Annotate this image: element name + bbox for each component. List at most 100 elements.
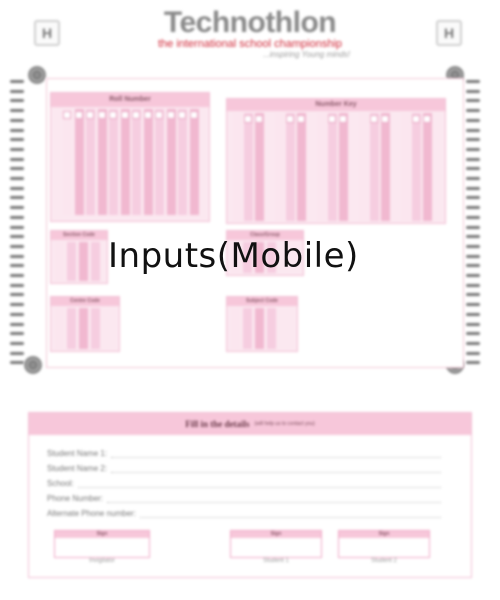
roll-number-grid bbox=[51, 107, 209, 219]
key-input-cell[interactable] bbox=[297, 115, 305, 123]
detail-field-row[interactable]: Alternate Phone number: bbox=[47, 509, 441, 518]
coil-loop bbox=[466, 303, 480, 307]
key-input-cell[interactable] bbox=[423, 115, 431, 123]
roll-input-cell[interactable] bbox=[97, 111, 106, 119]
coil-loop bbox=[10, 138, 24, 142]
key-column bbox=[401, 113, 410, 221]
roll-column bbox=[109, 109, 118, 215]
roll-column bbox=[155, 109, 164, 215]
roll-column bbox=[178, 109, 187, 215]
detail-field-line[interactable] bbox=[77, 486, 441, 488]
coil-loop bbox=[466, 351, 480, 355]
coil-loop bbox=[10, 322, 24, 326]
detail-field-line[interactable] bbox=[111, 471, 441, 473]
key-input-cell[interactable] bbox=[255, 115, 263, 123]
key-column bbox=[381, 113, 390, 221]
roll-input-cell[interactable] bbox=[120, 111, 129, 119]
roll-input-cell[interactable] bbox=[166, 111, 175, 119]
roll-column bbox=[97, 109, 107, 215]
key-input-cell[interactable] bbox=[370, 115, 378, 123]
coil-loop bbox=[466, 322, 480, 326]
roll-input-cell[interactable] bbox=[155, 111, 163, 119]
coil-loop bbox=[466, 235, 480, 239]
code-column bbox=[79, 308, 88, 349]
roll-input-cell[interactable] bbox=[178, 111, 186, 119]
coil-loop bbox=[466, 293, 480, 297]
roll-input-cell[interactable] bbox=[132, 111, 140, 119]
roll-input-cell[interactable] bbox=[86, 111, 94, 119]
centre-code-grid bbox=[51, 306, 119, 351]
key-input-cell[interactable] bbox=[381, 115, 389, 123]
coil-loop bbox=[10, 361, 24, 365]
code-column bbox=[243, 308, 252, 349]
coil-loop bbox=[10, 128, 24, 132]
coil-loop bbox=[466, 361, 480, 365]
sign-box-invigilator[interactable]: Sign Invigilator bbox=[54, 530, 150, 564]
details-title: Fill in the details bbox=[185, 419, 250, 429]
logo-tagline: ...inspiring Young minds! bbox=[262, 50, 350, 59]
sign-box-head: Sign bbox=[55, 531, 149, 538]
key-column bbox=[244, 113, 253, 221]
key-column bbox=[297, 113, 306, 221]
details-header: Fill in the details (will help us to con… bbox=[29, 413, 471, 435]
detail-field-row[interactable]: School: bbox=[47, 479, 441, 488]
key-input-cell[interactable] bbox=[328, 115, 336, 123]
detail-field-line[interactable] bbox=[139, 516, 441, 518]
key-input-cell[interactable] bbox=[244, 115, 252, 123]
coil-loop bbox=[466, 264, 480, 268]
coil-loop bbox=[466, 196, 480, 200]
subject-code-grid bbox=[227, 306, 297, 351]
key-column bbox=[275, 113, 284, 221]
roll-input-cell[interactable] bbox=[143, 111, 152, 119]
detail-field-line[interactable] bbox=[111, 456, 441, 458]
roll-input-cell[interactable] bbox=[189, 111, 198, 119]
roll-column bbox=[143, 109, 153, 215]
key-column bbox=[317, 113, 326, 221]
code-column bbox=[267, 308, 276, 349]
number-key-title: Number Key bbox=[227, 99, 445, 111]
coil-loop bbox=[466, 215, 480, 219]
key-input-cell[interactable] bbox=[286, 115, 294, 123]
detail-field-label: Student Name 2: bbox=[47, 464, 108, 473]
spiral-binding-left bbox=[10, 80, 26, 370]
subject-code-title: Subject Code bbox=[227, 297, 297, 306]
coil-loop bbox=[466, 177, 480, 180]
roll-input-cell[interactable] bbox=[63, 111, 71, 119]
coil-loop bbox=[466, 186, 480, 190]
roll-input-cell[interactable] bbox=[109, 111, 117, 119]
roll-input-cell[interactable] bbox=[74, 111, 83, 119]
key-column bbox=[255, 113, 264, 221]
key-input-cell[interactable] bbox=[339, 115, 347, 123]
coil-loop bbox=[10, 109, 24, 113]
detail-field-row[interactable]: Student Name 2: bbox=[47, 464, 441, 473]
sign-box-student-2[interactable]: Sign Student 2 bbox=[338, 530, 430, 564]
sign-box-student-1[interactable]: Sign Student 1 bbox=[230, 530, 322, 564]
coil-loop bbox=[466, 332, 480, 336]
coil-loop bbox=[466, 99, 480, 103]
coil-loop bbox=[10, 80, 24, 83]
key-column bbox=[370, 113, 379, 221]
detail-field-row[interactable]: Phone Number: bbox=[47, 494, 441, 503]
code-column bbox=[79, 242, 88, 281]
coil-loop bbox=[10, 89, 24, 93]
key-input-cell[interactable] bbox=[412, 115, 420, 123]
coil-loop bbox=[466, 138, 480, 142]
coil-loop bbox=[10, 215, 24, 219]
coil-loop bbox=[10, 264, 24, 268]
detail-field-line[interactable] bbox=[107, 501, 441, 503]
detail-field-row[interactable]: Student Name 1: bbox=[47, 449, 441, 458]
sign-box-caption: Student 2 bbox=[371, 558, 397, 564]
logo: Technothlon the international school cha… bbox=[140, 6, 360, 59]
coil-loop bbox=[10, 351, 24, 355]
coil-loop bbox=[466, 244, 480, 248]
roll-column bbox=[120, 109, 130, 215]
coil-loop bbox=[466, 167, 480, 171]
binder-ring-bottom-left bbox=[24, 356, 42, 374]
coil-loop bbox=[10, 303, 24, 307]
coil-loop bbox=[10, 225, 24, 229]
details-subtitle: (will help us to contact you) bbox=[254, 421, 315, 427]
spiral-binding-right bbox=[466, 80, 482, 370]
coil-loop bbox=[466, 80, 480, 83]
logo-text: Technothlon bbox=[163, 6, 337, 39]
section-code-title: Section Code bbox=[51, 231, 107, 240]
